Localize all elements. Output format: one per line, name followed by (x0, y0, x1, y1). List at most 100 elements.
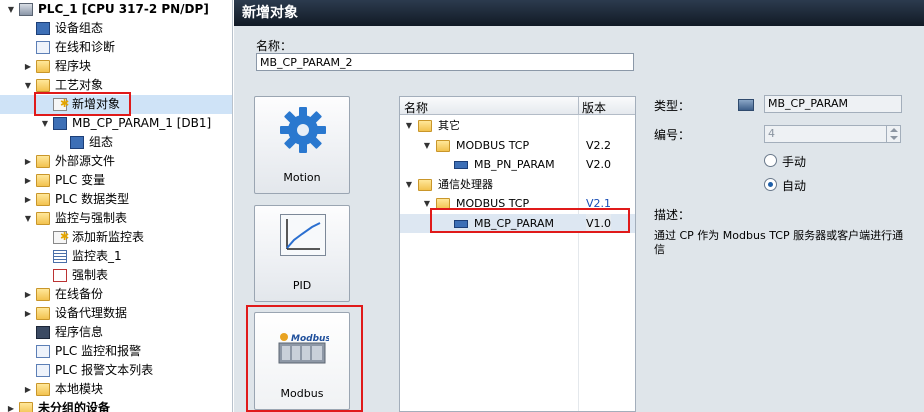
collapse-arrow-icon[interactable]: ▶ (23, 152, 33, 171)
expand-arrow-icon[interactable]: ▼ (6, 0, 16, 19)
tree-item[interactable]: ▼ 监控与强制表 (0, 209, 232, 228)
tree-item[interactable]: 设备组态 (0, 19, 232, 38)
tree-item[interactable]: ▶ 在线备份 (0, 285, 232, 304)
config-icon (70, 136, 84, 149)
pid-category-button[interactable]: PID (254, 205, 350, 302)
tree-item[interactable]: 监控表_1 (0, 247, 232, 266)
name-label: 名称： (256, 39, 293, 53)
object-list-row[interactable]: MB_CP_PARAM V1.0 (400, 213, 635, 233)
object-list-row[interactable]: ▼ MODBUS TCP V2.2 (400, 136, 635, 155)
add-new-object-dialog: 新增对象 名称： Motion PID (234, 0, 924, 412)
tree-item[interactable]: PLC 报警文本列表 (0, 361, 232, 380)
tree-item[interactable]: ▼ PLC_1 [CPU 317-2 PN/DP] (0, 0, 232, 19)
collapse-arrow-icon[interactable]: ▶ (23, 285, 33, 304)
block-icon (454, 161, 468, 169)
column-version-header[interactable]: 版本 (582, 99, 606, 116)
object-version: V2.2 (586, 138, 612, 152)
tree-item[interactable]: ▶ PLC 变量 (0, 171, 232, 190)
collapse-arrow-icon[interactable]: ▶ (23, 304, 33, 323)
pid-curve-icon (280, 214, 326, 256)
folder-icon (36, 60, 50, 73)
expand-arrow-icon[interactable]: ▼ (404, 175, 414, 194)
block-icon (454, 219, 468, 228)
project-tree: ▼ PLC_1 [CPU 317-2 PN/DP] 设备组态 在线和诊断 ▶ 程序块 ▼ 工艺… (0, 0, 233, 412)
tree-item-label: 未分组的设备 (38, 401, 111, 412)
tree-item-label: PLC_1 [CPU 317-2 PN/DP] (38, 2, 209, 16)
number-spinner[interactable] (886, 126, 900, 142)
alarm-text-icon (36, 364, 50, 377)
svg-text:Modbus: Modbus (291, 334, 329, 344)
tree-item[interactable]: 强制表 (0, 266, 232, 285)
folder-icon (36, 155, 50, 168)
object-list-label: 通信处理器 (438, 177, 493, 191)
expand-arrow-icon[interactable]: ▼ (40, 114, 50, 133)
number-label: 编号： (654, 128, 691, 142)
tree-item[interactable]: ▶ 程序块 (0, 57, 232, 76)
collapse-arrow-icon[interactable]: ▶ (23, 57, 33, 76)
tree-item[interactable]: ▶ 未分组的设备 (0, 399, 232, 412)
tree-item[interactable]: ▶ 本地模块 (0, 380, 232, 399)
column-name-header[interactable]: 名称 (404, 99, 428, 116)
tree-item-label: 设备组态 (55, 21, 104, 35)
object-list-label: MB_PN_PARAM (474, 158, 555, 171)
collapse-arrow-icon[interactable]: ▶ (23, 190, 33, 209)
folder-icon (36, 288, 50, 301)
folder-icon (36, 79, 50, 92)
motion-category-button[interactable]: Motion (254, 96, 350, 194)
spinner-up-icon[interactable] (890, 128, 898, 132)
type-value-field: MB_CP_PARAM (764, 95, 902, 113)
tree-item-label: PLC 数据类型 (55, 192, 130, 206)
modbus-category-button[interactable]: Modbus Modbus (254, 312, 350, 410)
tree-item-label: PLC 报警文本列表 (55, 363, 154, 377)
cpu-icon (19, 3, 33, 16)
add-watch-table-icon (53, 227, 69, 246)
tree-item[interactable]: PLC 监控和报警 (0, 342, 232, 361)
number-field[interactable]: 4 (764, 125, 901, 143)
collapse-arrow-icon[interactable]: ▶ (23, 380, 33, 399)
expand-arrow-icon[interactable]: ▼ (422, 194, 432, 213)
tree-item-label: 在线和诊断 (55, 40, 116, 54)
tree-item[interactable]: ▶ 设备代理数据 (0, 304, 232, 323)
tree-item-label: 本地模块 (55, 382, 104, 396)
tree-item-label: 新增对象 (72, 97, 121, 111)
expand-arrow-icon[interactable]: ▼ (23, 209, 33, 228)
tree-item[interactable]: ▼ MB_CP_PARAM_1 [DB1] (0, 114, 232, 133)
tree-item-label: 设备代理数据 (55, 306, 128, 320)
tree-item[interactable]: 在线和诊断 (0, 38, 232, 57)
object-list-row[interactable]: ▼ 其它 (400, 116, 635, 135)
tree-item[interactable]: 程序信息 (0, 323, 232, 342)
program-info-icon (36, 326, 50, 339)
expand-arrow-icon[interactable]: ▼ (23, 76, 33, 95)
object-list-label: MODBUS TCP (456, 197, 530, 210)
tree-item-label: 工艺对象 (55, 78, 104, 92)
plc-alarm-icon (36, 345, 50, 358)
folder-icon (418, 120, 432, 132)
tree-item-label: PLC 变量 (55, 173, 106, 187)
tree-item-label: 监控表_1 (72, 249, 122, 263)
expand-arrow-icon[interactable]: ▼ (404, 116, 414, 135)
manual-radio[interactable] (764, 154, 777, 167)
tree-item[interactable]: 组态 (0, 133, 232, 152)
object-list-row[interactable]: ▼ MODBUS TCP V2.1 (400, 194, 635, 213)
list-header: 名称 版本 (400, 97, 635, 115)
tree-item[interactable]: ▼ 工艺对象 (0, 76, 232, 95)
tree-item[interactable]: 添加新监控表 (0, 227, 232, 247)
object-list-row[interactable]: ▼ 通信处理器 (400, 175, 635, 194)
object-list-row[interactable]: MB_PN_PARAM V2.0 (400, 155, 635, 174)
tree-item[interactable]: ▶ PLC 数据类型 (0, 190, 232, 209)
tree-item[interactable]: 新增对象 (0, 94, 232, 114)
collapse-arrow-icon[interactable]: ▶ (23, 171, 33, 190)
watch-table-icon (53, 250, 67, 263)
auto-radio[interactable] (764, 178, 777, 191)
modbus-icon: Modbus (278, 333, 329, 364)
collapse-arrow-icon[interactable]: ▶ (6, 399, 16, 412)
modbus-label: Modbus (280, 387, 324, 400)
spinner-down-icon[interactable] (890, 136, 898, 140)
folder-icon (36, 307, 50, 320)
object-version[interactable]: V2.1 (586, 194, 611, 213)
name-input[interactable] (256, 53, 634, 71)
tree-item-label: 在线备份 (55, 287, 104, 301)
tree-item-label: 组态 (89, 135, 114, 149)
expand-arrow-icon[interactable]: ▼ (422, 136, 432, 155)
tree-item[interactable]: ▶ 外部源文件 (0, 152, 232, 171)
